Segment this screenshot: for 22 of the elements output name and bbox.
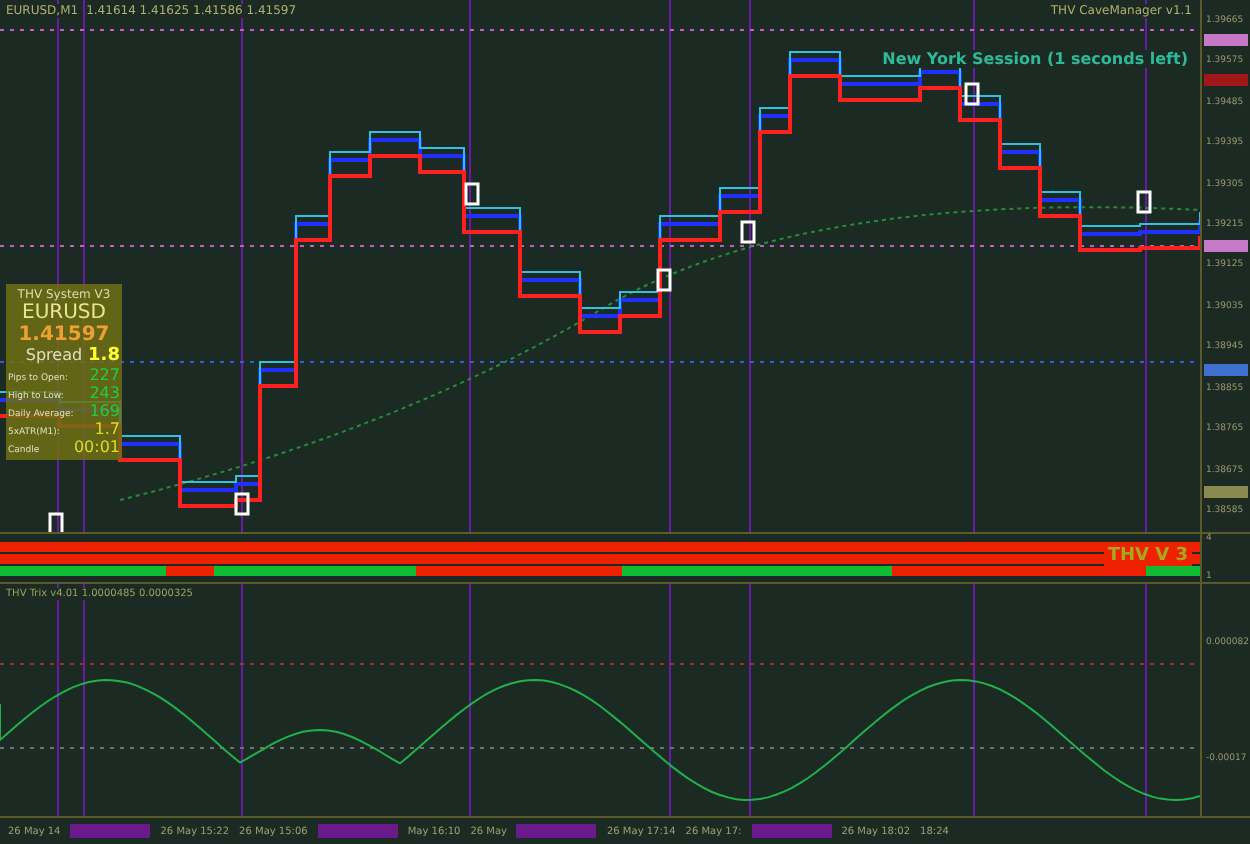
stat-value: 00:01 bbox=[73, 438, 120, 456]
time-marker bbox=[70, 824, 151, 838]
time-marker bbox=[751, 824, 832, 838]
panel-price: 1.41597 bbox=[18, 324, 110, 346]
signal-marker bbox=[48, 512, 64, 532]
signal-marker bbox=[464, 182, 480, 206]
spread-value: 1.8 bbox=[88, 346, 120, 366]
spread-label: Spread bbox=[25, 346, 83, 364]
time-marker bbox=[317, 824, 398, 838]
signal-marker bbox=[740, 220, 756, 244]
stat-value: 243 bbox=[89, 384, 120, 402]
signal-marker bbox=[656, 268, 672, 292]
stat-value: 227 bbox=[89, 366, 120, 384]
session-note: New York Session (1 seconds left) bbox=[882, 50, 1188, 68]
stat-value: 169 bbox=[89, 402, 120, 420]
time-marker bbox=[516, 824, 597, 838]
signal-marker bbox=[234, 492, 250, 516]
panel-symbol: EURUSD bbox=[22, 302, 106, 324]
indicator-name: THV V 3 bbox=[1103, 546, 1192, 566]
signal-marker bbox=[1136, 190, 1152, 214]
stat-value: 1.7 bbox=[94, 420, 120, 438]
signal-marker bbox=[964, 82, 980, 106]
